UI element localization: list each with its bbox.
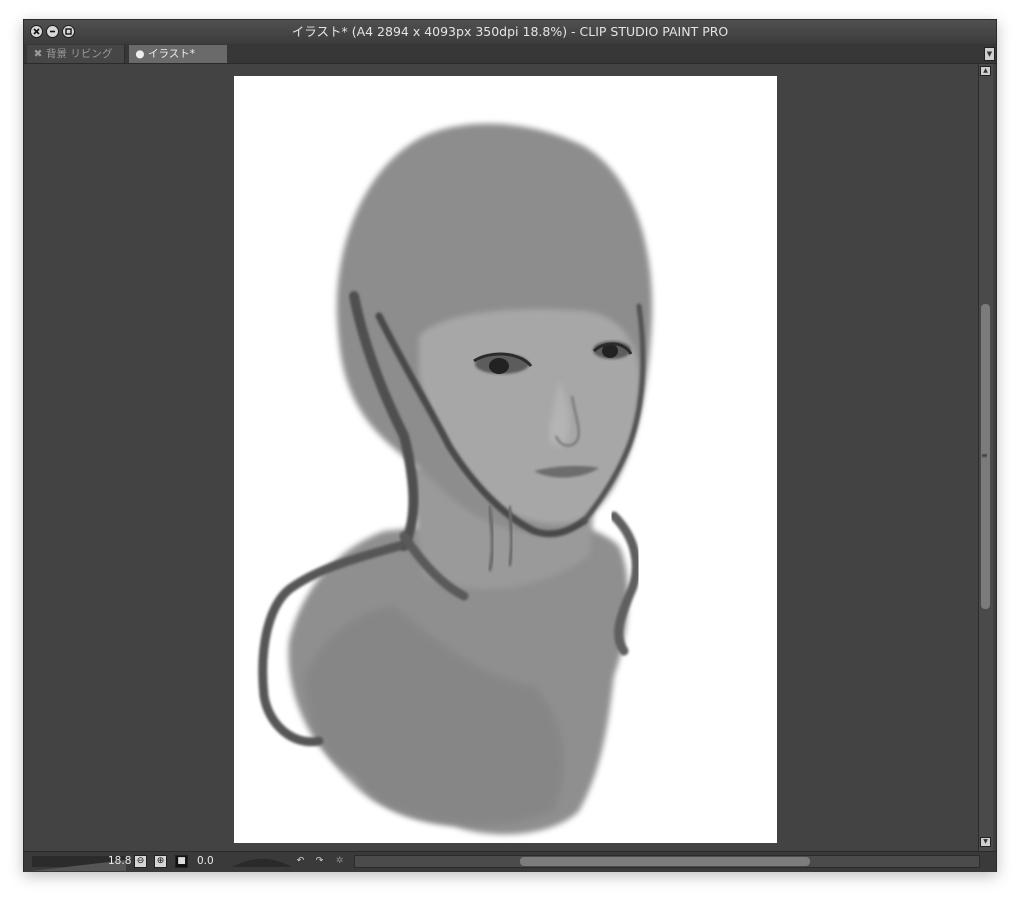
scroll-down-icon[interactable]: ▼	[980, 837, 991, 847]
rotation-value[interactable]: 0.0	[197, 855, 214, 868]
window-title: イラスト* (A4 2894 x 4093px 350dpi 18.8%) - …	[291, 24, 729, 39]
paper-canvas[interactable]	[234, 76, 777, 843]
unsaved-dot-icon: ●	[135, 48, 145, 60]
tab-menu-button[interactable]: ▼	[984, 47, 995, 61]
close-icon[interactable]: ✖	[33, 45, 43, 63]
zoom-value[interactable]: 18.8	[108, 855, 131, 868]
rotate-right-icon[interactable]: ↷	[313, 855, 326, 868]
rotation-slider[interactable]	[232, 856, 292, 867]
grip-icon: ≡	[981, 451, 988, 460]
reset-rotation-icon[interactable]: ✲	[333, 855, 346, 868]
fit-icon[interactable]: ■	[175, 855, 188, 868]
vertical-scrollbar[interactable]: ▲ ≡ ▼	[978, 64, 993, 851]
canvas-workspace[interactable]	[24, 64, 978, 851]
zoom-in-icon[interactable]: ⊕	[154, 855, 167, 868]
document-tab-bar: ✖ 背景 リビング ● イラスト* ▼	[24, 44, 996, 64]
scroll-up-icon[interactable]: ▲	[980, 66, 991, 76]
horizontal-scrollbar[interactable]	[354, 855, 980, 868]
horizontal-scroll-thumb[interactable]	[520, 857, 810, 866]
artwork-painting	[258, 123, 653, 835]
app-window: イラスト* (A4 2894 x 4093px 350dpi 18.8%) - …	[23, 19, 997, 872]
zoom-out-icon[interactable]: ⊖	[134, 855, 147, 868]
rotate-left-icon[interactable]: ↶	[294, 855, 307, 868]
status-bar: 18.8 ⊖ ⊕ ■ 0.0 ↶ ↷ ✲	[24, 851, 996, 872]
tab-illust[interactable]: ● イラスト*	[129, 45, 227, 63]
tab-background-living[interactable]: ✖ 背景 リビング	[27, 45, 125, 63]
title-bar[interactable]: イラスト* (A4 2894 x 4093px 350dpi 18.8%) - …	[24, 20, 996, 45]
tab-label: 背景 リビング	[46, 48, 113, 60]
tab-label: イラスト*	[148, 48, 196, 60]
